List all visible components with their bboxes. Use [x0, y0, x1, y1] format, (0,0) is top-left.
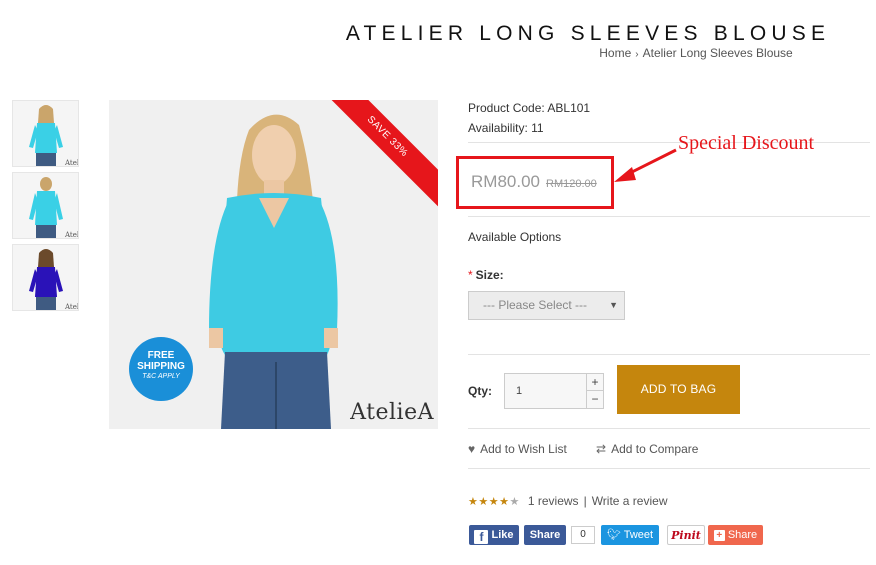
quantity-label: Qty:: [468, 384, 492, 398]
star-filled-icon: ★: [468, 496, 479, 508]
heart-icon: ♥: [468, 442, 476, 456]
product-main-image[interactable]: SAVE 33% FREE SHIPPING T&C APPLY AtelieA: [109, 100, 438, 429]
star-filled-icon: ★: [499, 496, 510, 508]
share-plus-button[interactable]: + Share: [708, 525, 763, 545]
thumbnail-list: Ateli Ateli Ateli: [12, 100, 79, 316]
add-to-wishlist-link[interactable]: ♥ Add to Wish List: [468, 442, 567, 456]
annotation-label: Special Discount: [678, 132, 815, 154]
wishlist-label: Add to Wish List: [480, 442, 567, 456]
divider: [468, 216, 870, 217]
required-mark: *: [468, 268, 473, 282]
facebook-like-label: Like: [491, 529, 514, 541]
product-code: Product Code: ABL101: [468, 101, 591, 115]
facebook-share-button[interactable]: Share: [524, 525, 566, 545]
share-plus-label: Share: [727, 529, 758, 541]
star-filled-icon: ★: [488, 496, 500, 508]
write-review-link[interactable]: Write a review: [592, 494, 668, 508]
breadcrumb-home-link[interactable]: Home: [599, 46, 631, 60]
badge-line-free: FREE: [147, 350, 175, 361]
price-highlight-box: RM80.00 RM120.00: [456, 156, 614, 209]
divider: [468, 468, 870, 469]
tweet-button[interactable]: 🐦︎ Tweet: [601, 525, 659, 545]
size-label: * Size:: [468, 268, 504, 282]
svg-text:Ateli: Ateli: [64, 159, 79, 167]
size-label-text: Size:: [475, 268, 504, 282]
pinterest-pinit-button[interactable]: Pinit: [667, 525, 705, 545]
price-original: RM120.00: [546, 178, 597, 190]
plus-icon: +: [713, 530, 725, 541]
thumbnail-image: Ateli: [13, 101, 79, 167]
twitter-bird-icon: 🐦︎: [606, 529, 624, 541]
thumbnail-image: Ateli: [13, 245, 79, 311]
facebook-like-button[interactable]: f Like: [469, 525, 519, 545]
review-separator: |: [583, 494, 587, 508]
quantity-increase-button[interactable]: +: [586, 374, 603, 391]
free-shipping-badge: FREE SHIPPING T&C APPLY: [129, 337, 193, 401]
breadcrumb: Home › Atelier Long Sleeves Blouse: [300, 46, 876, 60]
facebook-share-count: 0: [571, 526, 595, 544]
price-special: RM80.00: [471, 172, 540, 191]
discount-ribbon-label: SAVE 33%: [318, 100, 438, 207]
star-rating: ★★★★★: [468, 495, 520, 508]
breadcrumb-current[interactable]: Atelier Long Sleeves Blouse: [643, 46, 793, 60]
annotation-arrow-icon: [614, 148, 677, 182]
thumbnail-image: Ateli: [13, 173, 79, 239]
thumbnail-front-cyan[interactable]: Ateli: [12, 100, 79, 167]
star-empty-icon: ★: [509, 496, 520, 508]
brand-logo: AtelieA: [350, 400, 434, 425]
available-options-heading: Available Options: [468, 230, 562, 244]
discount-ribbon: SAVE 33%: [318, 100, 438, 220]
facebook-icon: f: [474, 530, 489, 544]
thumbnail-back-cyan[interactable]: Ateli: [12, 172, 79, 239]
badge-line-shipping: SHIPPING: [137, 361, 185, 372]
exchange-arrows-icon: ⇄: [596, 442, 607, 456]
quantity-input[interactable]: 1: [505, 374, 587, 408]
page-title: ATELIER LONG SLEEVES BLOUSE: [345, 22, 831, 45]
size-select[interactable]: --- Please Select --- ▼: [468, 291, 625, 320]
quantity-stepper: 1 + −: [504, 373, 604, 409]
review-count-link[interactable]: 1 reviews: [528, 494, 579, 508]
add-to-bag-button[interactable]: ADD TO BAG: [617, 365, 740, 414]
size-select-value: --- Please Select ---: [483, 298, 588, 312]
add-to-compare-link[interactable]: ⇄ Add to Compare: [596, 442, 698, 456]
divider: [468, 354, 870, 355]
thumbnail-front-purple[interactable]: Ateli: [12, 244, 79, 311]
star-filled-icon: ★: [478, 496, 489, 508]
dropdown-caret-icon: ▼: [609, 300, 618, 310]
compare-label: Add to Compare: [611, 442, 699, 456]
tweet-label: Tweet: [623, 529, 654, 541]
svg-text:Ateli: Ateli: [64, 231, 79, 239]
breadcrumb-separator: ›: [635, 49, 639, 60]
review-summary: ★★★★★ 1 reviews | Write a review: [468, 494, 667, 508]
divider: [468, 428, 870, 429]
quantity-decrease-button[interactable]: −: [586, 391, 603, 408]
svg-text:Ateli: Ateli: [64, 303, 79, 311]
badge-line-terms: T&C APPLY: [142, 373, 180, 380]
